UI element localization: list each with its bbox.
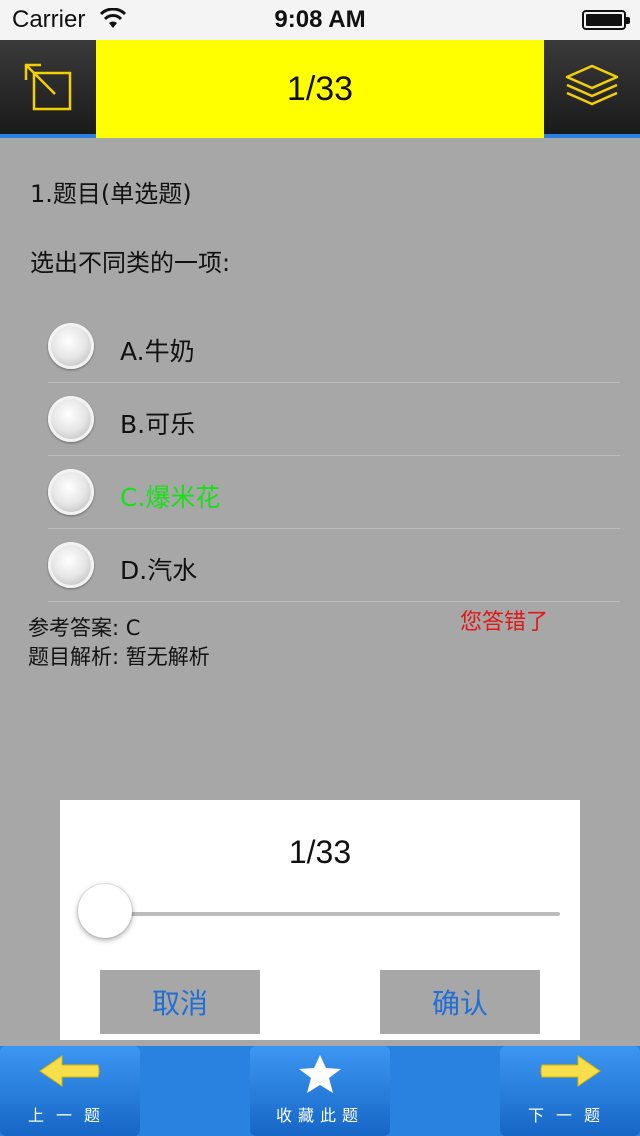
- question-text: 选出不同类的一项:: [30, 249, 231, 277]
- radio-button[interactable]: [48, 542, 94, 588]
- option-label-correct: C.爆米花: [120, 483, 221, 512]
- bottom-toolbar: 上一题 收藏此题 下一题: [0, 1046, 640, 1136]
- option-label: D.汽水: [120, 556, 198, 585]
- previous-question-button[interactable]: 上一题: [0, 1046, 140, 1136]
- reference-answer: 参考答案: C: [28, 616, 141, 640]
- option-a[interactable]: A.牛奶: [48, 310, 620, 383]
- nav-bar: 1/33: [0, 40, 640, 138]
- option-label: A.牛奶: [120, 337, 195, 366]
- favorite-label: 收藏此题: [275, 1106, 364, 1125]
- result-message: 您答错了: [460, 610, 549, 635]
- next-question-button[interactable]: 下一题: [500, 1046, 640, 1136]
- arrow-left-icon: [39, 1055, 100, 1087]
- options-list: A.牛奶 B.可乐 C.爆米花 D.汽水: [48, 310, 620, 602]
- expand-arrow-icon: [24, 63, 72, 111]
- option-c[interactable]: C.爆米花: [48, 456, 620, 529]
- confirm-button[interactable]: 确认: [380, 970, 540, 1034]
- slider-knob[interactable]: [78, 884, 132, 938]
- question-list-button[interactable]: [544, 40, 640, 138]
- expand-button[interactable]: [0, 40, 96, 138]
- next-label: 下一题: [527, 1106, 612, 1125]
- answer-block: 参考答案: C 题目解析: 暂无解析: [28, 614, 210, 672]
- dialog-count: 1/33: [288, 834, 352, 870]
- radio-button[interactable]: [48, 396, 94, 442]
- star-icon: [299, 1055, 341, 1093]
- radio-button[interactable]: [48, 469, 94, 515]
- cancel-button[interactable]: 取消: [100, 970, 260, 1034]
- question-analysis: 题目解析: 暂无解析: [28, 645, 210, 669]
- question-heading: 1.题目(单选题): [30, 180, 192, 208]
- battery-icon: [582, 10, 630, 30]
- option-b[interactable]: B.可乐: [48, 383, 620, 456]
- arrow-right-icon: [540, 1055, 601, 1087]
- radio-button[interactable]: [48, 323, 94, 369]
- layers-icon: [565, 64, 619, 106]
- option-d[interactable]: D.汽水: [48, 529, 620, 602]
- clock: 9:08 AM: [274, 6, 366, 33]
- favorite-button[interactable]: 收藏此题: [250, 1046, 390, 1136]
- jump-dialog: 1/33 取消 确认: [60, 800, 580, 1040]
- previous-label: 上一题: [27, 1106, 112, 1125]
- page-title: 1/33: [96, 40, 544, 138]
- option-label: B.可乐: [120, 410, 196, 439]
- status-bar: Carrier 9:08 AM: [0, 0, 640, 40]
- slider-track[interactable]: [100, 912, 560, 916]
